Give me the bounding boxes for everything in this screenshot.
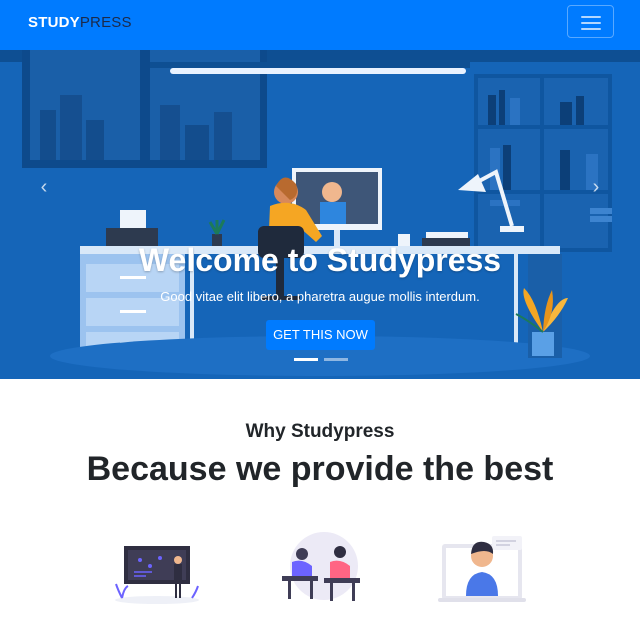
brand-part-press: PRESS [79,14,132,31]
navbar: STUDYPRESS [0,0,640,50]
hero-title: Welcome to Studypress [138,242,502,278]
hamburger-menu-icon [581,16,601,18]
navbar-toggle-button[interactable] [567,5,614,38]
video-call-tutor-icon [436,526,530,606]
teacher-presentation-icon [112,526,202,606]
students-studying-icon [274,526,366,606]
hero-carousel: ‹ › Welcome to Studypress Good vitae eli… [0,50,640,379]
hamburger-menu-icon-bar [581,22,601,24]
section-subtitle: Why Studypress [245,421,395,442]
brand-part-study: STUDY [28,14,80,31]
chevron-left-icon[interactable]: ‹ [34,175,54,199]
section-title: Because we provide the best [86,450,554,488]
chevron-right-icon[interactable]: › [586,175,606,199]
brand-logo[interactable]: STUDYPRESS [28,14,132,31]
carousel-indicators [294,358,348,361]
carousel-indicator-1[interactable] [294,358,318,361]
hamburger-menu-icon-bar [581,28,601,30]
get-this-now-button[interactable]: GET THIS NOW [266,320,375,350]
carousel-indicator-2[interactable] [324,358,348,361]
hero-subtitle: Good vitae elit libero, a pharetra augue… [160,289,480,304]
